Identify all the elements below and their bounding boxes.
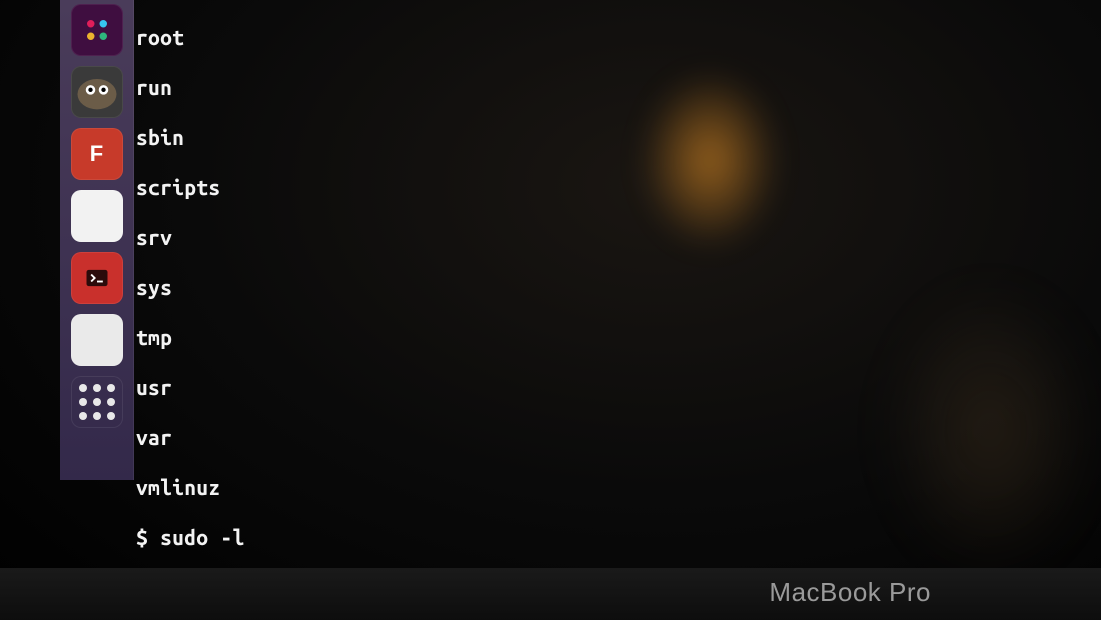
prompt: $ <box>136 525 160 549</box>
launcher-app-unknown-2[interactable] <box>71 314 123 366</box>
laptop-bezel: MacBook Pro <box>0 568 1101 620</box>
ls-item: scripts <box>136 175 1101 200</box>
apps-grid-icon <box>79 384 115 420</box>
ls-item: sbin <box>136 125 1101 150</box>
ls-item: root <box>136 25 1101 50</box>
ls-item: run <box>136 75 1101 100</box>
ls-item: srv <box>136 225 1101 250</box>
terminal-pane[interactable]: root run sbin scripts srv sys tmp usr va… <box>136 0 1101 568</box>
slack-icon <box>82 15 112 45</box>
launcher-app-unknown-1[interactable] <box>71 190 123 242</box>
fritzing-icon: F <box>90 141 103 167</box>
ls-item: usr <box>136 375 1101 400</box>
launcher-app-terminal[interactable] <box>71 252 123 304</box>
ls-item: tmp <box>136 325 1101 350</box>
launcher-dock: F <box>60 0 134 480</box>
ls-item: vmlinuz <box>136 475 1101 500</box>
launcher-app-gimp[interactable] <box>71 66 123 118</box>
screen: F root run sbin scripts srv sys tmp usr … <box>0 0 1101 620</box>
command-text: sudo -l <box>160 525 244 549</box>
macbook-pro-label: MacBook Pro <box>769 577 931 608</box>
gimp-icon <box>71 66 123 118</box>
launcher-app-fritzing[interactable]: F <box>71 128 123 180</box>
terminal-icon <box>83 264 111 292</box>
prompt-line: $ sudo -l <box>136 525 1101 550</box>
ls-item: sys <box>136 275 1101 300</box>
launcher-app-slack[interactable] <box>71 4 123 56</box>
ls-item: var <box>136 425 1101 450</box>
launcher-show-apps[interactable] <box>71 376 123 428</box>
